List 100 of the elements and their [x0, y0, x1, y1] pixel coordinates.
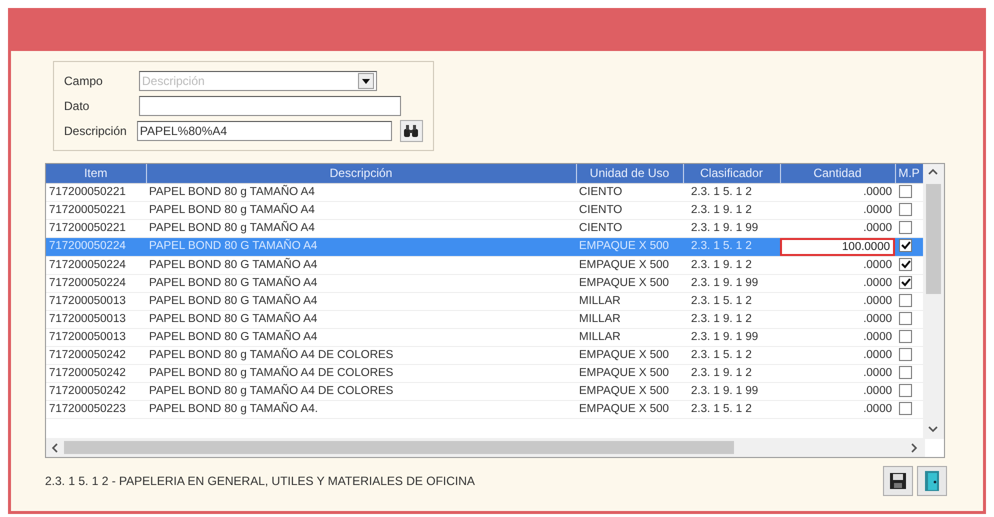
- checkbox[interactable]: [899, 330, 912, 343]
- field-label: Campo: [64, 73, 104, 90]
- table-cell: .0000: [780, 310, 895, 328]
- scroll-down-icon[interactable]: [928, 426, 938, 433]
- table-cell: PAPEL BOND 80 g TAMAÑO A4 DE COLORES: [146, 346, 576, 364]
- table-cell: MILLAR: [576, 328, 683, 346]
- table-cell: .0000: [780, 256, 895, 274]
- table-cell: 717200050242: [46, 346, 146, 364]
- table-cell: 2.3. 1 5. 1 2: [683, 237, 780, 256]
- checkbox[interactable]: [899, 184, 912, 198]
- table-cell: 2.3. 1 5. 1 2: [683, 292, 780, 310]
- checkbox[interactable]: [899, 366, 912, 379]
- input-field[interactable]: [139, 96, 401, 116]
- table-cell: 2.3. 1 5. 1 2: [683, 346, 780, 364]
- table-cell: .0000: [780, 382, 895, 400]
- checkbox[interactable]: [899, 202, 912, 216]
- table-cell: PAPEL BOND 80 g TAMAÑO A4 DE COLORES: [146, 364, 576, 382]
- table-cell: PAPEL BOND 80 g TAMAÑO A4.: [146, 400, 576, 418]
- table-cell: 717200050223: [46, 400, 146, 418]
- table-cell: 2.3. 1 9. 1 2: [683, 256, 780, 274]
- table-cell: 717200050224: [46, 274, 146, 292]
- table-cell: 717200050013: [46, 310, 146, 328]
- status-text: 2.3. 1 5. 1 2 - PAPELERIA EN GENERAL, UTILES Y MATERIALES DE OFICINA: [45, 473, 475, 490]
- table-cell: 2.3. 1 9. 1 2: [683, 310, 780, 328]
- column-header[interactable]: Clasificador: [683, 164, 780, 183]
- table-cell: 2.3. 1 5. 1 2: [683, 183, 780, 201]
- field-label: Dato: [64, 98, 90, 115]
- checkbox[interactable]: [899, 239, 912, 252]
- horizontal-scrollbar[interactable]: [46, 438, 925, 457]
- table-cell: PAPEL BOND 80 G TAMAÑO A4: [146, 237, 576, 256]
- table-cell: 2.3. 1 9. 1 2: [683, 364, 780, 382]
- table-cell: 717200050242: [46, 364, 146, 382]
- table-cell: 717200050224: [46, 256, 146, 274]
- table-cell: .0000: [780, 183, 895, 201]
- table-cell: MILLAR: [576, 310, 683, 328]
- table-cell: 2.3. 1 9. 1 99: [683, 219, 780, 237]
- table-cell: .0000: [780, 219, 895, 237]
- table-cell: PAPEL BOND 80 g TAMAÑO A4: [146, 219, 576, 237]
- checkbox[interactable]: [899, 276, 912, 289]
- caret-icon: [362, 78, 370, 84]
- vertical-scrollbar[interactable]: [923, 164, 944, 439]
- table-cell: PAPEL BOND 80 g TAMAÑO A4 DE COLORES: [146, 382, 576, 400]
- table-cell: PAPEL BOND 80 G TAMAÑO A4: [146, 310, 576, 328]
- checkbox[interactable]: [899, 384, 912, 397]
- table-cell: EMPAQUE X 500: [576, 364, 683, 382]
- column-header[interactable]: Cantidad: [780, 164, 895, 183]
- quantity-input[interactable]: 100.0000: [780, 238, 895, 256]
- table-cell: EMPAQUE X 500: [576, 346, 683, 364]
- save-button[interactable]: [883, 466, 913, 496]
- table-cell: .0000: [780, 364, 895, 382]
- table-cell: EMPAQUE X 500: [576, 237, 683, 256]
- column-header[interactable]: M.P: [895, 164, 923, 183]
- table-cell: 717200050013: [46, 292, 146, 310]
- table-cell: CIENTO: [576, 201, 683, 219]
- scroll-right-icon[interactable]: [911, 443, 918, 453]
- scroll-up-icon[interactable]: [928, 168, 938, 175]
- table-cell: .0000: [780, 328, 895, 346]
- table-cell: 717200050013: [46, 328, 146, 346]
- scrollbar-thumb[interactable]: [926, 184, 941, 294]
- column-header[interactable]: Unidad de Uso: [576, 164, 683, 183]
- door-icon: [923, 470, 941, 492]
- table-cell: MILLAR: [576, 292, 683, 310]
- table-cell: PAPEL BOND 80 G TAMAÑO A4: [146, 292, 576, 310]
- table-cell: EMPAQUE X 500: [576, 382, 683, 400]
- table-cell: PAPEL BOND 80 g TAMAÑO A4: [146, 183, 576, 201]
- table-cell: PAPEL BOND 80 g TAMAÑO A4: [146, 201, 576, 219]
- table-cell: 2.3. 1 9. 1 99: [683, 382, 780, 400]
- column-header[interactable]: Descripción: [146, 164, 576, 183]
- checkbox[interactable]: [899, 312, 912, 325]
- table-cell: 2.3. 1 5. 1 2: [683, 400, 780, 418]
- search-button[interactable]: [400, 120, 423, 142]
- table-cell: CIENTO: [576, 183, 683, 201]
- table-cell: EMPAQUE X 500: [576, 256, 683, 274]
- table-cell: 2.3. 1 9. 1 99: [683, 328, 780, 346]
- binoculars-icon: [403, 124, 420, 138]
- table-cell: 717200050221: [46, 183, 146, 201]
- checkbox[interactable]: [899, 348, 912, 361]
- table-cell: CIENTO: [576, 219, 683, 237]
- checkbox[interactable]: [899, 294, 912, 307]
- table-cell: 717200050224: [46, 237, 146, 256]
- table-cell: EMPAQUE X 500: [576, 274, 683, 292]
- table-cell: .0000: [780, 274, 895, 292]
- scrollbar-thumb[interactable]: [64, 441, 734, 454]
- table-cell: .0000: [780, 201, 895, 219]
- table-cell: 2.3. 1 9. 1 2: [683, 201, 780, 219]
- input-field[interactable]: PAPEL%80%A4: [136, 121, 392, 141]
- table-cell: PAPEL BOND 80 G TAMAÑO A4: [146, 274, 576, 292]
- table-cell: .0000: [780, 400, 895, 418]
- checkbox[interactable]: [899, 402, 912, 415]
- table-cell: 2.3. 1 9. 1 99: [683, 274, 780, 292]
- checkbox[interactable]: [899, 220, 912, 234]
- table-cell: .0000: [780, 346, 895, 364]
- table-cell: 717200050242: [46, 382, 146, 400]
- table-cell: 717200050221: [46, 219, 146, 237]
- field-label: Descripción: [64, 123, 128, 140]
- column-header[interactable]: Item: [46, 164, 146, 183]
- scroll-left-icon[interactable]: [51, 443, 58, 453]
- table-cell: EMPAQUE X 500: [576, 400, 683, 418]
- table-cell: PAPEL BOND 80 G TAMAÑO A4: [146, 328, 576, 346]
- checkbox[interactable]: [899, 258, 912, 271]
